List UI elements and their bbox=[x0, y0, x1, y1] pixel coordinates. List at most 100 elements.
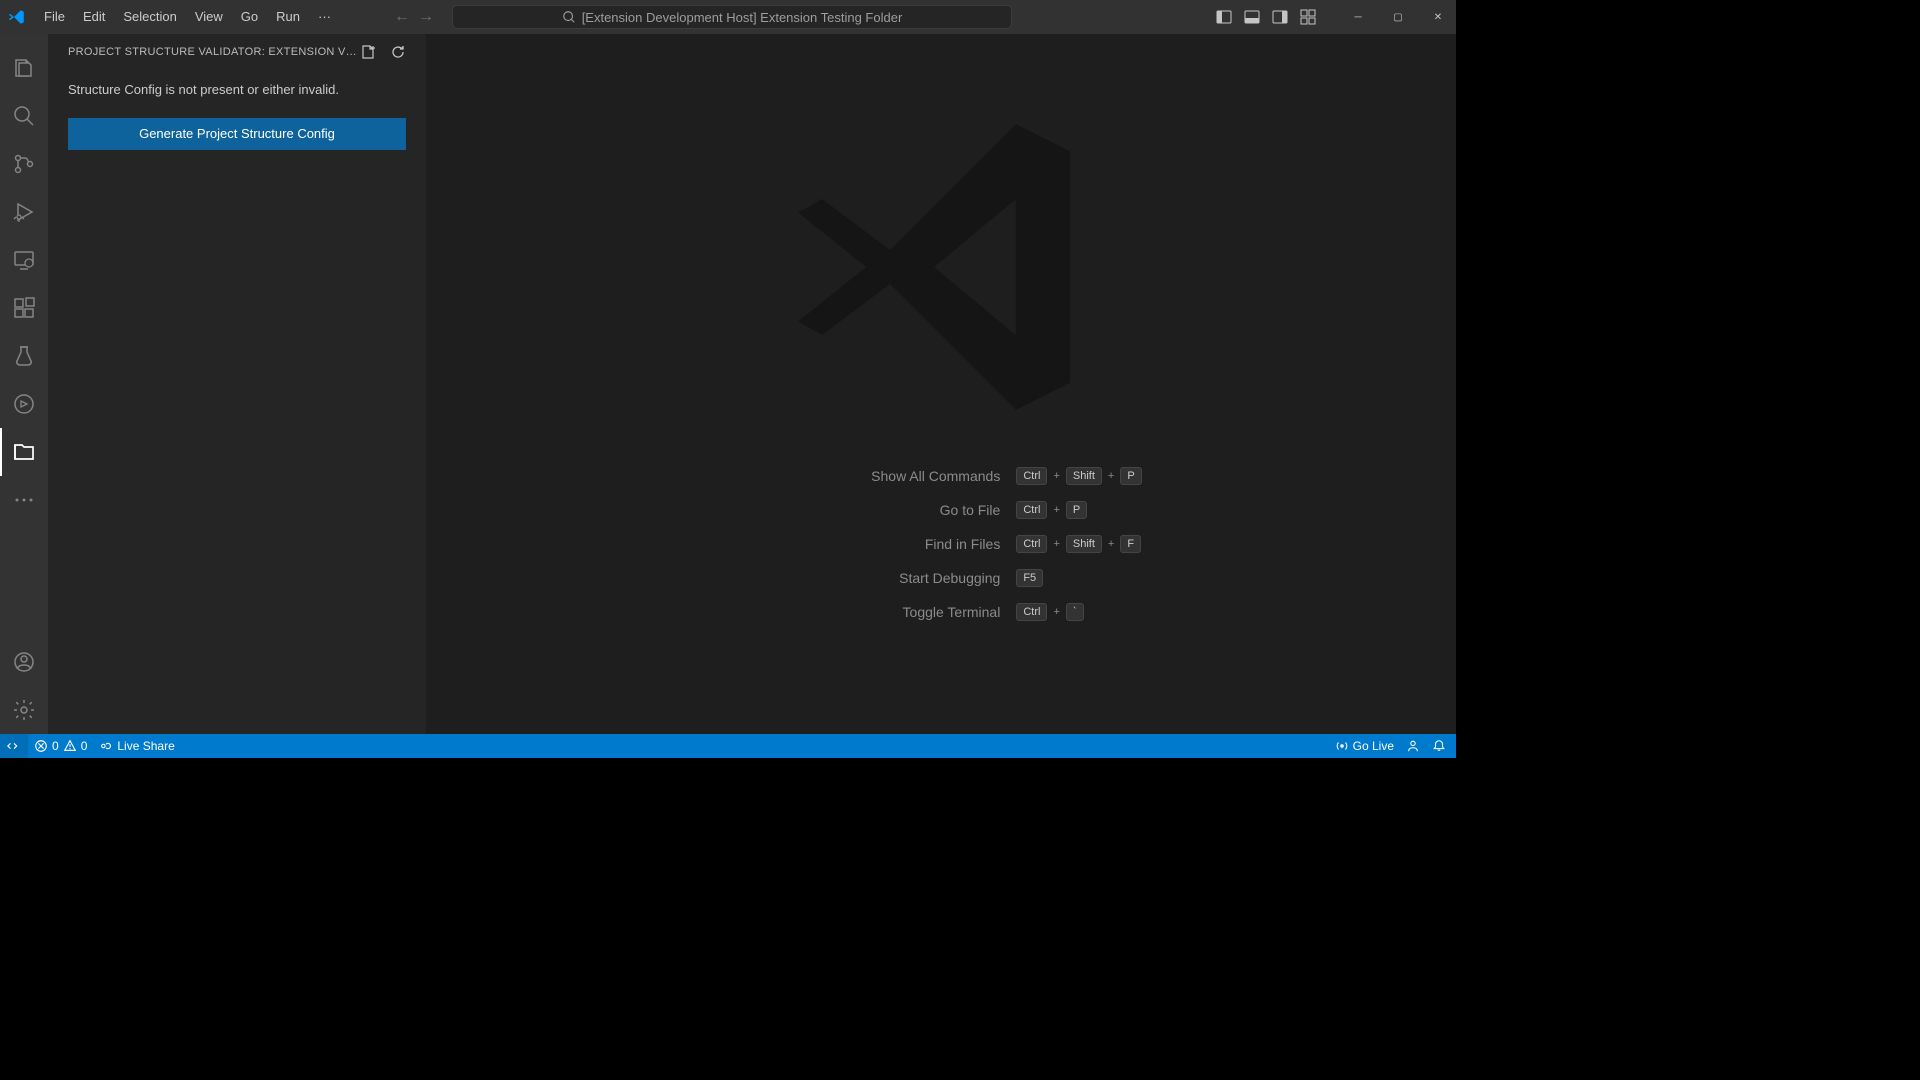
shortcut-row: Go to File Ctrl + P bbox=[740, 501, 1141, 519]
menu-bar: File Edit Selection View Go Run ··· bbox=[36, 0, 339, 34]
keyboard-key: ` bbox=[1066, 603, 1084, 621]
go-live-label: Go Live bbox=[1353, 739, 1394, 753]
keyboard-key: P bbox=[1120, 467, 1141, 485]
minimize-icon[interactable]: ─ bbox=[1350, 12, 1366, 23]
keyboard-key: Ctrl bbox=[1016, 535, 1047, 553]
activity-source-control-icon[interactable] bbox=[0, 140, 48, 188]
activity-remote-explorer-icon[interactable] bbox=[0, 236, 48, 284]
keyboard-key: Ctrl bbox=[1016, 501, 1047, 519]
shortcut-label: Toggle Terminal bbox=[740, 604, 1000, 620]
plus-separator: + bbox=[1053, 470, 1059, 482]
keyboard-key: Ctrl bbox=[1016, 467, 1047, 485]
activity-project-validator-icon[interactable] bbox=[0, 428, 48, 476]
activity-docker-icon[interactable] bbox=[0, 380, 48, 428]
activity-search-icon[interactable] bbox=[0, 92, 48, 140]
broadcast-icon bbox=[1335, 739, 1349, 753]
activity-extensions-icon[interactable] bbox=[0, 284, 48, 332]
shortcut-keys: Ctrl + P bbox=[1016, 501, 1087, 519]
status-right: Go Live bbox=[1335, 739, 1446, 753]
warning-count: 0 bbox=[81, 739, 88, 753]
remote-indicator[interactable] bbox=[0, 734, 28, 758]
keyboard-key: Shift bbox=[1066, 467, 1102, 485]
keyboard-key: F bbox=[1120, 535, 1141, 553]
live-share-label: Live Share bbox=[117, 739, 174, 753]
nav-back-icon[interactable]: ← bbox=[394, 8, 410, 26]
plus-separator: + bbox=[1108, 538, 1114, 550]
status-live-share[interactable]: Live Share bbox=[99, 739, 174, 753]
menu-file[interactable]: File bbox=[36, 0, 73, 34]
main-area: PROJECT STRUCTURE VALIDATOR: EXTENSION V… bbox=[0, 34, 1456, 734]
activity-bar bbox=[0, 34, 48, 734]
shortcut-keys: Ctrl + Shift + P bbox=[1016, 467, 1141, 485]
keyboard-key: P bbox=[1066, 501, 1087, 519]
keyboard-key: Shift bbox=[1066, 535, 1102, 553]
nav-arrows: ← → bbox=[394, 8, 434, 26]
shortcut-row: Find in Files Ctrl + Shift + F bbox=[740, 535, 1141, 553]
activity-run-debug-icon[interactable] bbox=[0, 188, 48, 236]
status-bar: 0 0 Live Share Go Live bbox=[0, 734, 1456, 758]
toggle-secondary-sidebar-icon[interactable] bbox=[1272, 9, 1288, 25]
sidebar-body: Structure Config is not present or eithe… bbox=[48, 70, 426, 160]
menu-overflow[interactable]: ··· bbox=[310, 0, 339, 34]
keyboard-key: Ctrl bbox=[1016, 603, 1047, 621]
menu-edit[interactable]: Edit bbox=[75, 0, 113, 34]
close-icon[interactable]: ✕ bbox=[1430, 12, 1446, 23]
nav-forward-icon[interactable]: → bbox=[418, 8, 434, 26]
plus-separator: + bbox=[1053, 538, 1059, 550]
refresh-icon[interactable] bbox=[390, 44, 406, 60]
titlebar-right: ─ ▢ ✕ bbox=[1216, 9, 1446, 25]
shortcut-label: Start Debugging bbox=[740, 570, 1000, 586]
activity-explorer-icon[interactable] bbox=[0, 44, 48, 92]
plus-separator: + bbox=[1053, 606, 1059, 618]
plus-separator: + bbox=[1053, 504, 1059, 516]
sidebar-actions bbox=[360, 44, 406, 60]
activity-more-icon[interactable] bbox=[0, 476, 48, 524]
sidebar: PROJECT STRUCTURE VALIDATOR: EXTENSION V… bbox=[48, 34, 426, 734]
shortcut-row: Toggle Terminal Ctrl + ` bbox=[740, 603, 1141, 621]
shortcut-label: Show All Commands bbox=[740, 468, 1000, 484]
status-left: 0 0 Live Share bbox=[34, 739, 175, 753]
menu-run[interactable]: Run bbox=[268, 0, 308, 34]
sidebar-message: Structure Config is not present or eithe… bbox=[68, 80, 406, 100]
generate-config-button[interactable]: Generate Project Structure Config bbox=[68, 118, 406, 150]
app-window: File Edit Selection View Go Run ··· ← → … bbox=[0, 0, 1456, 758]
menu-selection[interactable]: Selection bbox=[115, 0, 184, 34]
activity-accounts-icon[interactable] bbox=[0, 638, 48, 686]
vscode-logo-icon bbox=[8, 8, 26, 26]
menu-view[interactable]: View bbox=[187, 0, 231, 34]
error-count: 0 bbox=[52, 739, 59, 753]
titlebar: File Edit Selection View Go Run ··· ← → … bbox=[0, 0, 1456, 34]
status-go-live[interactable]: Go Live bbox=[1335, 739, 1394, 753]
layout-controls bbox=[1216, 9, 1316, 25]
shortcut-row: Start Debugging F5 bbox=[740, 569, 1141, 587]
shortcut-keys: Ctrl + Shift + F bbox=[1016, 535, 1141, 553]
live-share-icon bbox=[99, 739, 113, 753]
status-problems[interactable]: 0 0 bbox=[34, 739, 87, 753]
shortcut-label: Find in Files bbox=[740, 536, 1000, 552]
maximize-icon[interactable]: ▢ bbox=[1390, 12, 1406, 23]
vscode-watermark-icon bbox=[771, 97, 1111, 437]
bell-icon bbox=[1432, 739, 1446, 753]
new-file-icon[interactable] bbox=[360, 44, 376, 60]
toggle-panel-icon[interactable] bbox=[1244, 9, 1260, 25]
status-notifications[interactable] bbox=[1432, 739, 1446, 753]
window-controls: ─ ▢ ✕ bbox=[1350, 12, 1446, 23]
person-icon bbox=[1406, 739, 1420, 753]
sidebar-title: PROJECT STRUCTURE VALIDATOR: EXTENSION V… bbox=[68, 46, 360, 58]
plus-separator: + bbox=[1108, 470, 1114, 482]
customize-layout-icon[interactable] bbox=[1300, 9, 1316, 25]
shortcuts-list: Show All Commands Ctrl + Shift + P Go to File C… bbox=[740, 467, 1141, 621]
shortcut-label: Go to File bbox=[740, 502, 1000, 518]
search-icon bbox=[562, 10, 576, 24]
toggle-primary-sidebar-icon[interactable] bbox=[1216, 9, 1232, 25]
search-text: [Extension Development Host] Extension T… bbox=[582, 10, 903, 25]
sidebar-header: PROJECT STRUCTURE VALIDATOR: EXTENSION V… bbox=[48, 34, 426, 70]
menu-go[interactable]: Go bbox=[233, 0, 266, 34]
shortcut-keys: F5 bbox=[1016, 569, 1043, 587]
keyboard-key: F5 bbox=[1016, 569, 1043, 587]
activity-testing-icon[interactable] bbox=[0, 332, 48, 380]
command-center-search[interactable]: [Extension Development Host] Extension T… bbox=[452, 5, 1012, 29]
editor-area: Show All Commands Ctrl + Shift + P Go to File C… bbox=[426, 34, 1456, 734]
status-feedback[interactable] bbox=[1406, 739, 1420, 753]
activity-settings-icon[interactable] bbox=[0, 686, 48, 734]
